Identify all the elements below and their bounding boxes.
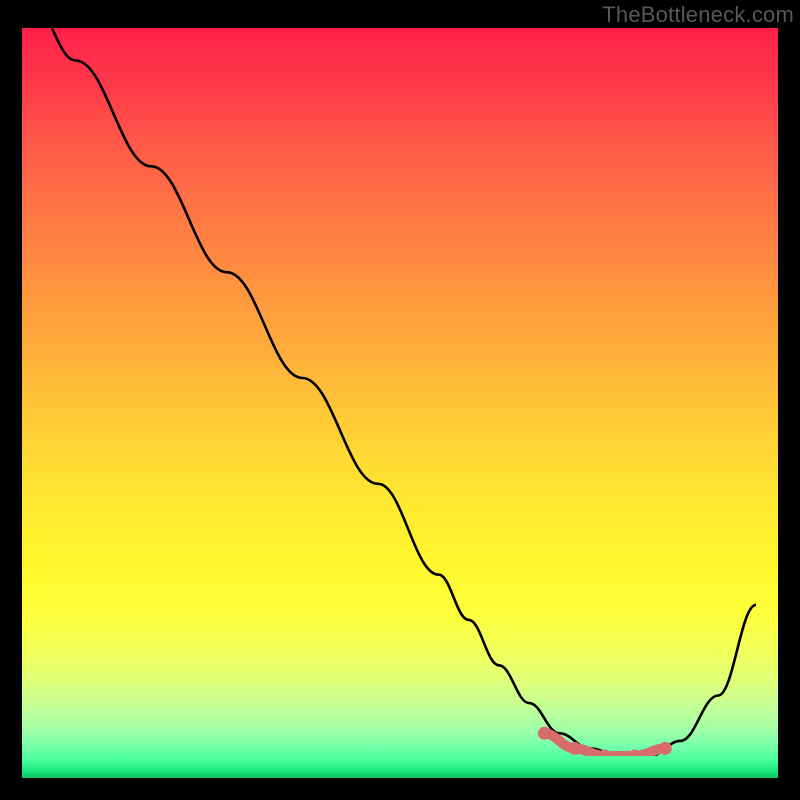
chart-svg bbox=[0, 0, 756, 756]
optimal-range-dot bbox=[659, 742, 672, 755]
watermark-label: TheBottleneck.com bbox=[602, 2, 794, 28]
bottleneck-curve-path bbox=[30, 0, 756, 756]
optimal-range-dot bbox=[568, 742, 581, 755]
optimal-range-dot bbox=[538, 727, 551, 740]
